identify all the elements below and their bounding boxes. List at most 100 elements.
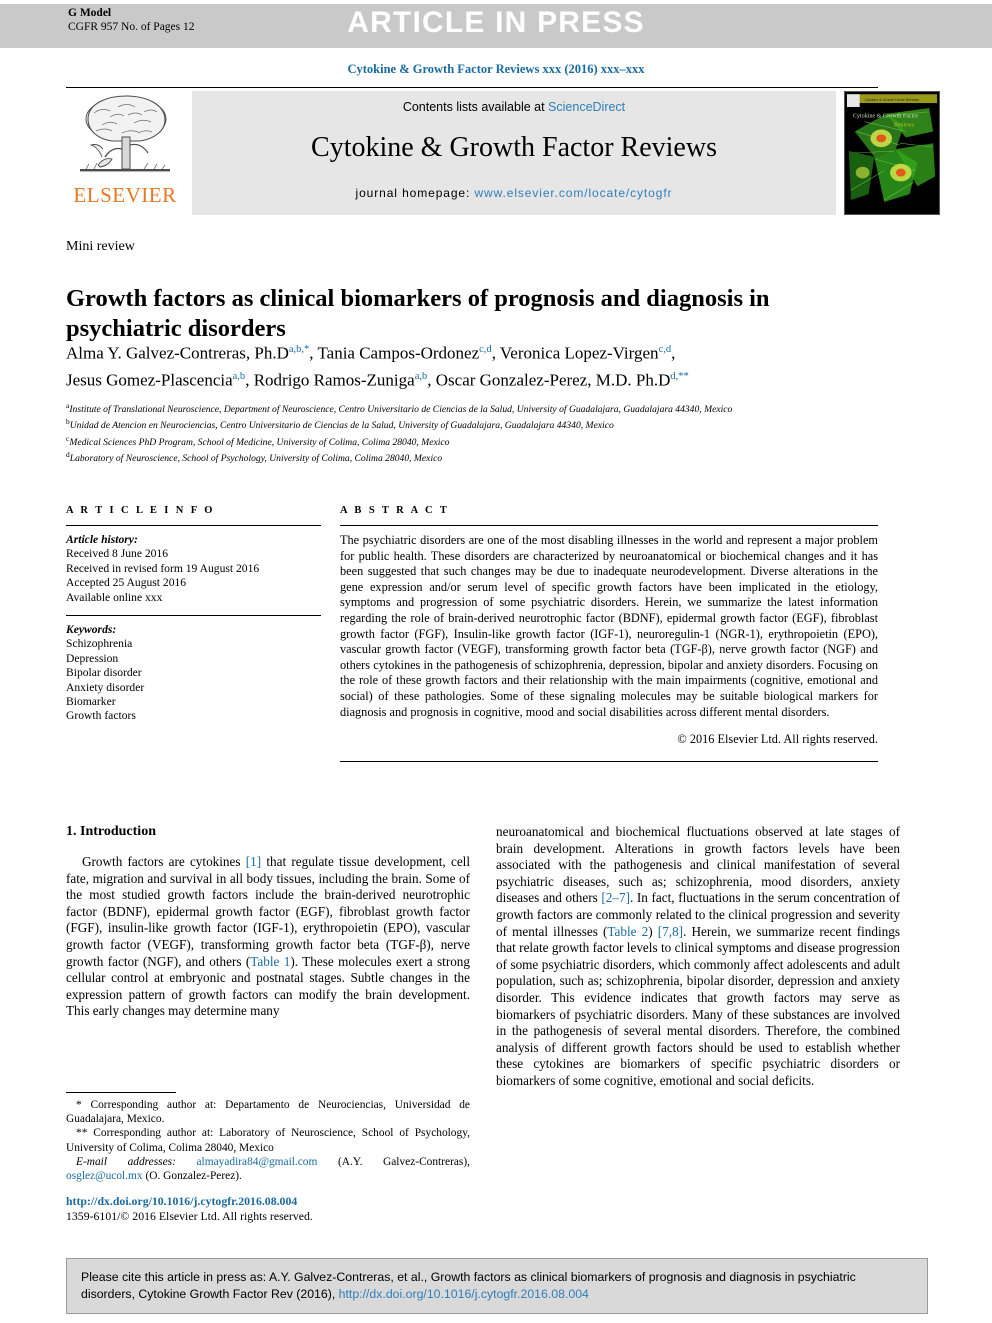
homepage-prefix: journal homepage: [355, 186, 475, 200]
abstract-bottom-rule [340, 761, 878, 763]
journal-cover-image: Cytokine & Growth Factor Reviews Cytokin… [845, 92, 939, 214]
issn-copyright-line: 1359-6101/© 2016 Elsevier Ltd. All right… [66, 1209, 313, 1223]
article-type-label: Mini review [66, 239, 135, 254]
abstract-text: The psychiatric disorders are one of the… [340, 533, 878, 719]
doi-block: http://dx.doi.org/10.1016/j.cytogfr.2016… [66, 1194, 470, 1224]
elsevier-logo: ELSEVIER [66, 91, 184, 215]
svg-text:Cytokine & Growth Factor: Cytokine & Growth Factor [853, 114, 919, 120]
author-1-affil-marks: a,b,* [288, 344, 310, 355]
keyword-item: Depression [66, 651, 119, 665]
citation-ref-7-8[interactable]: [7,8] [658, 924, 683, 939]
masthead-panel: Contents lists available at ScienceDirec… [192, 91, 836, 215]
author-4: Jesus Gomez-Plascencia [66, 370, 233, 390]
intro-paragraph-left: Growth factors are cytokines [1] that re… [66, 854, 470, 1020]
article-info-block: A R T I C L E I N F O Article history: R… [66, 505, 321, 724]
article-info-rule [66, 525, 321, 526]
affiliation-d-text: Laboratory of Neuroscience, School of Ps… [69, 453, 443, 465]
abstract-block: A B S T R A C T The psychiatric disorder… [340, 505, 878, 763]
history-item: Received in revised form 19 August 2016 [66, 561, 260, 575]
journal-title: Cytokine & Growth Factor Reviews [311, 132, 717, 163]
intro-text-part-2: that regulate tissue development, cell f… [66, 854, 470, 969]
journal-homepage-link[interactable]: www.elsevier.com/locate/cytogfr [474, 186, 672, 200]
email-link-1[interactable]: almayadira84@gmail.com [196, 1156, 317, 1168]
section-heading-introduction: 1. Introduction [66, 824, 156, 839]
keyword-item: Growth factors [66, 709, 136, 723]
article-history: Article history: Received 8 June 2016 Re… [66, 533, 321, 605]
keyword-item: Biomarker [66, 695, 116, 709]
keywords-block: Keywords: Schizophrenia Depression Bipol… [66, 623, 321, 724]
journal-cover-thumbnail: Cytokine & Growth Factor Reviews Cytokin… [844, 91, 940, 215]
abstract-heading: A B S T R A C T [340, 505, 450, 516]
contents-prefix: Contents lists available at [402, 100, 549, 114]
affiliation-b-text: Unidad de Atencion en Neurociencias, Cen… [69, 420, 614, 432]
intro-right-part-4: . Herein, we summarize recent findings t… [496, 923, 900, 1088]
author-3: , Veronica Lopez-Virgen [491, 343, 659, 363]
article-history-label: Article history: [66, 533, 138, 546]
email-addresses-label: E-mail addresses: [76, 1155, 176, 1168]
intro-text-part-1: Growth factors are cytokines [82, 854, 246, 869]
intro-paragraph-right: neuroanatomical and biochemical fluctuat… [496, 824, 900, 1090]
history-item: Available online xxx [66, 590, 163, 604]
sciencedirect-link[interactable]: ScienceDirect [548, 100, 625, 114]
history-item: Received 8 June 2016 [66, 547, 169, 561]
journal-running-head: Cytokine & Growth Factor Reviews xxx (20… [347, 62, 645, 76]
affiliation-b: bUnidad de Atencion en Neurociencias, Ce… [66, 416, 896, 432]
body-column-left: 1. Introduction Growth factors are cytok… [66, 824, 470, 1020]
please-cite-box: Please cite this article in press as: A.… [66, 1258, 928, 1314]
g-model-stamp: G Model CGFR 957 No. of Pages 12 [68, 7, 195, 34]
footnote-emails: E-mail addresses: almayadira84@gmail.com… [66, 1155, 470, 1183]
abstract-copyright: © 2016 Elsevier Ltd. All rights reserved… [677, 732, 878, 747]
keywords-rule [66, 615, 321, 617]
footnote-corresponding-2: ** Corresponding author at: Laboratory o… [66, 1126, 470, 1154]
author-2: , Tania Campos-Ordonez [309, 343, 480, 363]
journal-masthead: ELSEVIER Contents lists available at Sci… [66, 89, 940, 217]
footnote-corresponding-1: * Corresponding author at: Departamento … [66, 1098, 470, 1126]
author-list: Alma Y. Galvez-Contreras, Ph.Da,b,*, Tan… [66, 338, 896, 391]
author-6: , Oscar Gonzalez-Perez, M.D. Ph.D [427, 370, 671, 390]
svg-text:Cytokine & Growth Factor Revie: Cytokine & Growth Factor Reviews [865, 98, 920, 102]
keyword-item: Anxiety disorder [66, 680, 145, 694]
body-column-right: neuroanatomical and biochemical fluctuat… [496, 824, 900, 1090]
table-1-link[interactable]: Table 1 [250, 954, 290, 969]
svg-text:Reviews: Reviews [894, 123, 915, 129]
author-5-affil-marks: a,b [414, 370, 428, 382]
footnote-separator [66, 1092, 176, 1093]
history-item: Accepted 25 August 2016 [66, 576, 187, 590]
citation-ref-1[interactable]: [1] [246, 854, 261, 869]
keywords-label: Keywords: [66, 623, 117, 637]
elsevier-wordmark: ELSEVIER [73, 183, 177, 207]
citation-ref-2-7[interactable]: [2–7] [601, 890, 630, 905]
email-link-2[interactable]: osglez@ucol.mx [66, 1170, 143, 1182]
intro-right-part-3: ) [648, 923, 658, 939]
email-owner-2: (O. Gonzalez-Perez). [142, 1170, 242, 1183]
author-1: Alma Y. Galvez-Contreras, Ph.D [66, 343, 289, 363]
abstract-rule [340, 525, 878, 526]
please-cite-text: Please cite this article in press as: A.… [67, 1259, 927, 1303]
masthead-top-rule [66, 87, 878, 88]
article-page: G Model CGFR 957 No. of Pages 12 ARTICLE… [0, 0, 992, 1323]
journal-homepage-line: journal homepage: www.elsevier.com/locat… [192, 186, 836, 200]
cite-doi-link[interactable]: http://dx.doi.org/10.1016/j.cytogfr.2016… [339, 1287, 589, 1301]
affiliation-list: aInstitute of Translational Neuroscience… [66, 400, 896, 466]
table-2-link[interactable]: Table 2 [607, 924, 648, 939]
affiliation-c: cMedical Sciences PhD Program, School of… [66, 433, 896, 449]
email-owner-1: (A.Y. Galvez-Contreras), [317, 1155, 470, 1168]
affiliation-a: aInstitute of Translational Neuroscience… [66, 400, 896, 416]
author-line1-tail: , [671, 343, 676, 363]
author-4-affil-marks: a,b [232, 370, 246, 382]
doi-link[interactable]: http://dx.doi.org/10.1016/j.cytogfr.2016… [66, 1194, 470, 1209]
elsevier-tree-icon [80, 95, 170, 172]
contents-list-line: Contents lists available at ScienceDirec… [192, 100, 836, 114]
keyword-item: Schizophrenia [66, 637, 133, 651]
affiliation-d: dLaboratory of Neuroscience, School of P… [66, 449, 896, 465]
footnote-mark-2: ** [76, 1127, 88, 1140]
g-model-label: G Model [68, 7, 112, 19]
footnote-text-1: Corresponding author at: Departamento de… [66, 1099, 470, 1126]
g-model-pages: CGFR 957 No. of Pages 12 [68, 20, 195, 33]
footnote-block: * Corresponding author at: Departamento … [66, 1098, 470, 1183]
affiliation-a-text: Institute of Translational Neuroscience,… [69, 404, 733, 416]
footnote-text-2: Corresponding author at: Laboratory of N… [66, 1127, 470, 1154]
keyword-item: Bipolar disorder [66, 666, 142, 680]
author-2-affil-marks: c,d [479, 344, 492, 355]
affiliation-c-text: Medical Sciences PhD Program, School of … [69, 437, 450, 449]
